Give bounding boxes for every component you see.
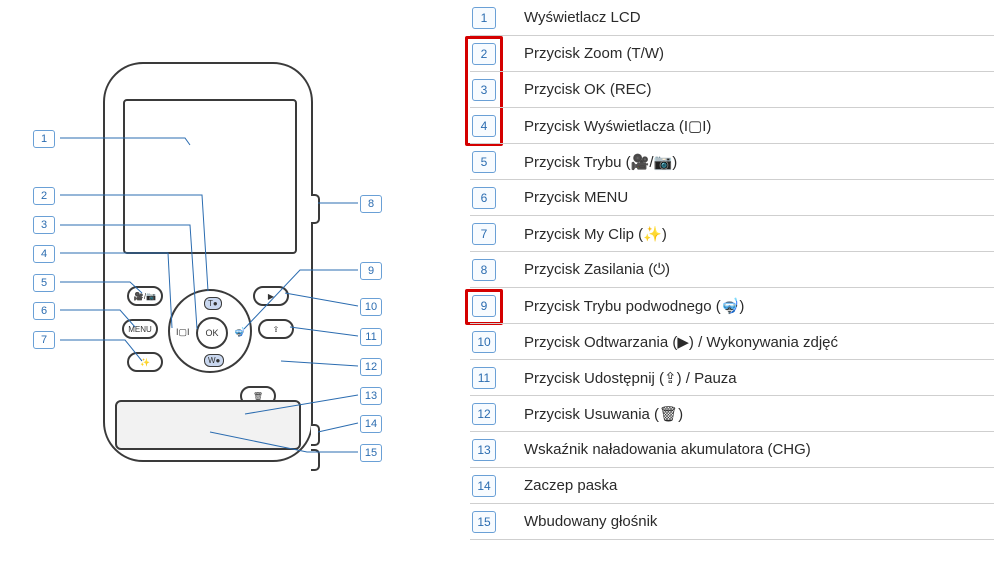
callout-6: 6 [33,302,55,320]
legend-list: 1 Wyświetlacz LCD 2 Przycisk Zoom (T/W) … [470,0,994,575]
legend-num-15: 15 [472,511,496,533]
callout-12: 12 [360,358,382,376]
speaker-panel [115,400,301,450]
legend-num-8: 8 [472,259,496,281]
callout-11: 11 [360,328,382,346]
legend-num-11: 11 [472,367,496,389]
legend-num-1: 1 [472,7,496,29]
callout-14: 14 [360,415,382,433]
strap-loop-bottom [311,449,320,471]
legend-row-13: 13 Wskaźnik naładowania akumulatora (CHG… [470,432,994,468]
legend-row-6: 6 Przycisk MENU [470,180,994,216]
underwater-icon: 🤿 [234,327,245,338]
legend-text-9: Przycisk Trybu podwodnego (🤿) [524,297,744,315]
legend-text-3: Przycisk OK (REC) [524,81,652,98]
callout-7: 7 [33,331,55,349]
legend-row-4: 4 Przycisk Wyświetlacza (I▢I) [470,108,994,144]
lcd-screen [123,99,297,254]
legend-row-7: 7 Przycisk My Clip (✨) [470,216,994,252]
legend-row-15: 15 Wbudowany głośnik [470,504,994,540]
menu-button: MENU [122,319,158,339]
callout-1: 1 [33,130,55,148]
legend-text-4: Przycisk Wyświetlacza (I▢I) [524,117,711,135]
legend-text-13: Wskaźnik naładowania akumulatora (CHG) [524,441,811,458]
callout-9: 9 [360,262,382,280]
mode-button: 🎥/📷 [127,286,163,306]
legend-num-2: 2 [472,43,496,65]
legend-num-3: 3 [472,79,496,101]
legend-text-5: Przycisk Trybu (🎥/📷) [524,153,677,171]
legend-row-9: 9 Przycisk Trybu podwodnego (🤿) [470,288,994,324]
legend-row-14: 14 Zaczep paska [470,468,994,504]
legend-text-8: Przycisk Zasilania (⏻) [524,261,670,278]
legend-row-5: 5 Przycisk Trybu (🎥/📷) [470,144,994,180]
legend-row-11: 11 Przycisk Udostępnij (⇪) / Pauza [470,360,994,396]
legend-num-7: 7 [472,223,496,245]
share-button: ⇪ [258,319,294,339]
legend-num-5: 5 [472,151,496,173]
ok-button: OK [196,317,228,349]
callout-5: 5 [33,274,55,292]
device-outline: T● W● OK I▢I 🤿 🎥/📷 MENU ✨ ▶ ⇪ 🗑 CHG [103,62,313,462]
legend-text-14: Zaczep paska [524,477,617,494]
zoom-t-label: T● [204,297,222,310]
legend-text-1: Wyświetlacz LCD [524,9,641,26]
callout-4: 4 [33,245,55,263]
legend-row-1: 1 Wyświetlacz LCD [470,0,994,36]
legend-num-13: 13 [472,439,496,461]
legend-text-10: Przycisk Odtwarzania (▶) / Wykonywania z… [524,333,838,351]
strap-loop-top [311,424,320,446]
device-diagram: T● W● OK I▢I 🤿 🎥/📷 MENU ✨ ▶ ⇪ 🗑 CHG [0,0,470,575]
legend-text-11: Przycisk Udostępnij (⇪) / Pauza [524,369,737,387]
legend-text-2: Przycisk Zoom (T/W) [524,45,664,62]
playback-button: ▶ [253,286,289,306]
legend-text-15: Wbudowany głośnik [524,513,657,530]
legend-text-12: Przycisk Usuwania (🗑) [524,405,683,423]
zoom-w-label: W● [204,354,224,367]
callout-10: 10 [360,298,382,316]
legend-text-7: Przycisk My Clip (✨) [524,225,667,243]
callout-8: 8 [360,195,382,213]
legend-num-6: 6 [472,187,496,209]
legend-row-3: 3 Przycisk OK (REC) [470,72,994,108]
legend-text-6: Przycisk MENU [524,189,628,206]
callout-13: 13 [360,387,382,405]
legend-num-14: 14 [472,475,496,497]
legend-row-12: 12 Przycisk Usuwania (🗑) [470,396,994,432]
legend-row-2: 2 Przycisk Zoom (T/W) [470,36,994,72]
legend-num-9: 9 [472,295,496,317]
myclip-button: ✨ [127,352,163,372]
legend-num-4: 4 [472,115,496,137]
legend-num-10: 10 [472,331,496,353]
legend-row-8: 8 Przycisk Zasilania (⏻) [470,252,994,288]
callout-3: 3 [33,216,55,234]
dpad-ring: T● W● OK I▢I 🤿 [168,289,252,373]
callout-15: 15 [360,444,382,462]
display-icon: I▢I [176,327,190,338]
legend-num-12: 12 [472,403,496,425]
power-side-button [311,194,320,224]
legend-row-10: 10 Przycisk Odtwarzania (▶) / Wykonywani… [470,324,994,360]
callout-2: 2 [33,187,55,205]
